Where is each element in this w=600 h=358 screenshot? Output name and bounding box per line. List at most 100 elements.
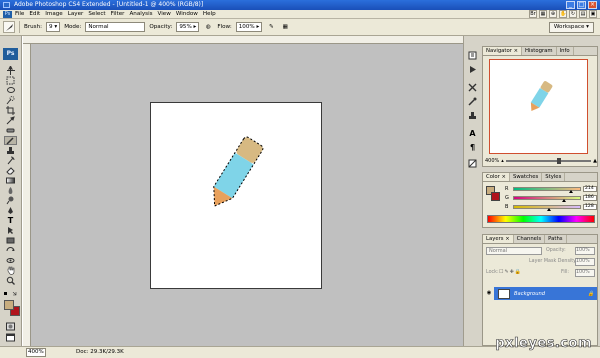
eye-icon[interactable]: ◉	[484, 287, 494, 300]
eraser-tool-icon[interactable]	[4, 166, 17, 175]
blue-slider[interactable]	[513, 204, 581, 211]
tab-styles[interactable]: Styles	[542, 173, 566, 181]
ps-menu-icon[interactable]: Ps	[3, 11, 12, 18]
adjustments-panel-icon[interactable]	[467, 158, 478, 168]
foreground-color-swatch[interactable]	[4, 300, 14, 310]
zoom-tool-icon[interactable]	[4, 276, 17, 285]
tab-channels[interactable]: Channels	[514, 235, 546, 243]
menu-filter[interactable]: Filter	[111, 11, 125, 17]
shape-tool-icon[interactable]	[4, 236, 17, 245]
green-slider-caret[interactable]	[562, 198, 567, 202]
history-brush-tool-icon[interactable]	[4, 156, 17, 165]
tab-histogram[interactable]: Histogram	[522, 47, 557, 55]
red-value[interactable]: 214	[583, 185, 597, 192]
paragraph-panel-icon[interactable]: ¶	[467, 142, 478, 152]
mask-density-value[interactable]: 100%	[575, 258, 595, 266]
blend-mode-select[interactable]: Normal	[486, 247, 542, 255]
quick-mask-icon[interactable]	[4, 322, 17, 331]
pressure-opacity-icon[interactable]: ◍	[203, 22, 213, 32]
tab-info[interactable]: Info	[557, 47, 574, 55]
tab-paths[interactable]: Paths	[545, 235, 567, 243]
brush-panel-icon[interactable]: ▦	[280, 22, 290, 32]
screen-mode-icon[interactable]	[4, 333, 17, 342]
status-zoom-field[interactable]: 400%	[26, 348, 46, 357]
menu-analysis[interactable]: Analysis	[129, 11, 152, 17]
mode-select[interactable]: Normal	[85, 22, 146, 32]
type-tool-icon[interactable]: T	[4, 216, 17, 225]
menu-image[interactable]: Image	[45, 11, 63, 17]
menu-edit[interactable]: Edit	[29, 11, 40, 17]
airbrush-icon[interactable]: ✎	[266, 22, 276, 32]
fill-value[interactable]: 100%	[575, 269, 595, 277]
quick-selection-tool-icon[interactable]	[4, 96, 17, 105]
blue-value[interactable]: 128	[583, 203, 597, 210]
history-panel-icon[interactable]	[467, 50, 478, 60]
gradient-tool-icon[interactable]	[4, 176, 17, 185]
zoom-level-icon[interactable]: ⊕	[549, 10, 557, 18]
zoom-slider-knob[interactable]	[557, 158, 561, 164]
launch-bridge-icon[interactable]: Br	[529, 10, 537, 18]
green-slider[interactable]	[513, 195, 581, 202]
workspace-switcher[interactable]: Workspace ▾	[548, 21, 594, 33]
minimize-button[interactable]: _	[566, 1, 575, 9]
layer-opacity-value[interactable]: 100%	[575, 247, 595, 255]
zoom-out-icon[interactable]: ▴	[501, 158, 504, 164]
red-slider-caret[interactable]	[569, 189, 574, 193]
tools-presets-icon[interactable]	[467, 82, 478, 92]
actions-panel-icon[interactable]	[467, 64, 478, 74]
menu-select[interactable]: Select	[88, 11, 105, 17]
path-selection-tool-icon[interactable]	[4, 226, 17, 235]
menu-window[interactable]: Window	[176, 11, 198, 17]
view-extras-icon[interactable]: ▦	[539, 10, 547, 18]
brush-size-picker[interactable]: 9 ▾	[46, 22, 61, 32]
brush-icon	[5, 23, 13, 31]
tool-preset-picker[interactable]	[3, 21, 15, 33]
tab-color[interactable]: Color ×	[483, 173, 510, 181]
default-colors-icon[interactable]	[4, 291, 18, 296]
color-spectrum-bar[interactable]	[487, 215, 595, 223]
opacity-input[interactable]: 95% ▸	[176, 22, 200, 32]
menu-file[interactable]: File	[15, 11, 24, 17]
brushes-panel-icon[interactable]	[467, 96, 478, 106]
arrange-documents-icon[interactable]: ▤	[579, 10, 587, 18]
move-tool-icon[interactable]	[4, 66, 17, 75]
menu-view[interactable]: View	[158, 11, 171, 17]
crop-tool-icon[interactable]	[4, 106, 17, 115]
document-canvas[interactable]	[150, 102, 322, 289]
healing-brush-tool-icon[interactable]	[4, 126, 17, 135]
clone-stamp-tool-icon[interactable]	[4, 146, 17, 155]
mask-density-label: Layer Mask Density:	[529, 259, 578, 264]
clone-source-icon[interactable]	[467, 110, 478, 120]
red-slider[interactable]	[513, 186, 581, 193]
lasso-tool-icon[interactable]	[4, 86, 17, 95]
lock-icons[interactable]: ☐✎✚🔒	[499, 269, 522, 275]
green-value[interactable]: 186	[583, 194, 597, 201]
color-panel-background-swatch[interactable]	[491, 192, 500, 201]
eyedropper-tool-icon[interactable]	[4, 116, 17, 125]
flow-input[interactable]: 100% ▸	[235, 22, 263, 32]
dodge-tool-icon[interactable]	[4, 196, 17, 205]
screen-mode-icon[interactable]: ▣	[589, 10, 597, 18]
navigator-zoom-slider[interactable]	[505, 158, 592, 164]
brush-tool-icon[interactable]	[4, 136, 17, 145]
tab-layers[interactable]: Layers ×	[483, 235, 514, 243]
zoom-in-icon[interactable]: ▲	[593, 158, 597, 164]
layer-row[interactable]: ◉ Background 🔒	[484, 287, 597, 300]
hand-view-icon[interactable]: ✋	[559, 10, 567, 18]
blue-slider-caret[interactable]	[547, 207, 551, 211]
navigator-preview[interactable]	[489, 59, 588, 154]
marquee-tool-icon[interactable]	[4, 76, 17, 85]
close-button[interactable]: ×	[588, 1, 597, 9]
3d-orbit-tool-icon[interactable]	[4, 256, 17, 265]
character-panel-icon[interactable]: A	[467, 128, 478, 138]
hand-tool-icon[interactable]	[4, 266, 17, 275]
blur-tool-icon[interactable]	[4, 186, 17, 195]
rotate-view-icon[interactable]: ↻	[569, 10, 577, 18]
menu-layer[interactable]: Layer	[68, 11, 84, 17]
pen-tool-icon[interactable]	[4, 206, 17, 215]
tab-swatches[interactable]: Swatches	[510, 173, 543, 181]
3d-rotate-tool-icon[interactable]	[4, 246, 17, 255]
maximize-button[interactable]: □	[577, 1, 586, 9]
tab-navigator[interactable]: Navigator ×	[483, 47, 523, 55]
menu-help[interactable]: Help	[203, 11, 216, 17]
